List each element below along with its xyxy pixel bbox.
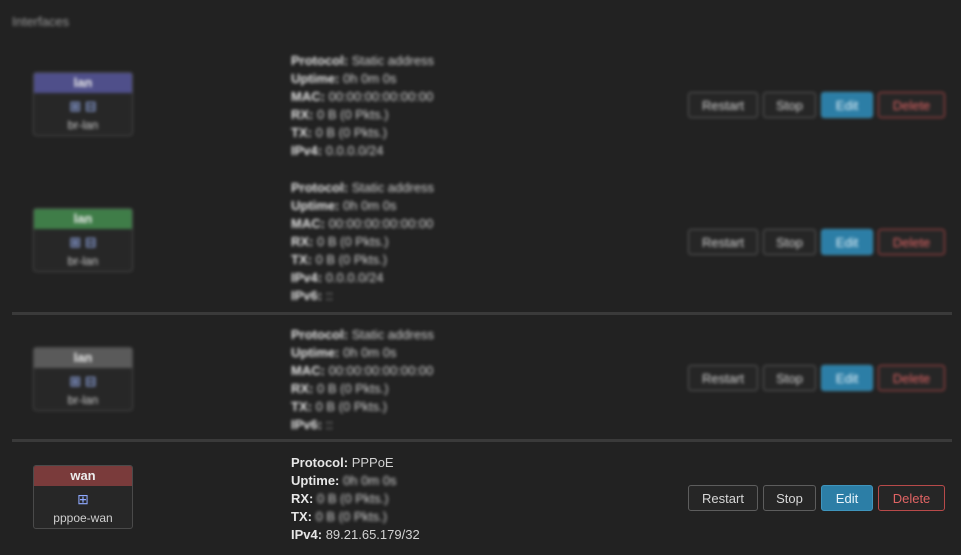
interface-actions: Restart Stop Edit Delete bbox=[688, 229, 945, 255]
network-ports-icon: ⊞ bbox=[77, 491, 89, 507]
delete-button[interactable]: Delete bbox=[878, 229, 945, 255]
interface-actions: Restart Stop Edit Delete bbox=[688, 92, 945, 118]
delete-button[interactable]: Delete bbox=[878, 485, 945, 511]
interface-name: lan bbox=[34, 209, 132, 229]
restart-button[interactable]: Restart bbox=[688, 485, 758, 511]
stop-button[interactable]: Stop bbox=[763, 485, 816, 511]
interface-badge: lan ⊞ ⊟ br-lan bbox=[33, 208, 133, 272]
interface-info: Protocol: Static address Uptime: 0h 0m 0… bbox=[291, 180, 435, 303]
network-ports-icon: ⊞ ⊟ bbox=[69, 98, 97, 114]
interface-actions: Restart Stop Edit Delete bbox=[688, 365, 945, 391]
edit-button[interactable]: Edit bbox=[821, 485, 873, 511]
restart-button[interactable]: Restart bbox=[688, 92, 758, 118]
row-divider bbox=[12, 312, 952, 315]
interface-name: wan bbox=[34, 466, 132, 486]
stop-button[interactable]: Stop bbox=[763, 365, 816, 391]
row-divider bbox=[12, 439, 952, 442]
edit-button[interactable]: Edit bbox=[821, 365, 873, 391]
interface-info: Protocol: PPPoE Uptime: 0h 0m 0s RX: 0 B… bbox=[291, 455, 420, 542]
interface-badge: wan ⊞ pppoe-wan bbox=[33, 465, 133, 529]
stop-button[interactable]: Stop bbox=[763, 229, 816, 255]
edit-button[interactable]: Edit bbox=[821, 92, 873, 118]
stop-button[interactable]: Stop bbox=[763, 92, 816, 118]
restart-button[interactable]: Restart bbox=[688, 229, 758, 255]
section-title: Interfaces bbox=[12, 14, 70, 29]
interface-device: br-lan bbox=[67, 118, 99, 132]
interface-info: Protocol: Static address Uptime: 0h 0m 0… bbox=[291, 53, 435, 158]
interface-device: pppoe-wan bbox=[53, 511, 113, 525]
interface-name: lan bbox=[34, 73, 132, 93]
edit-button[interactable]: Edit bbox=[821, 229, 873, 255]
network-ports-icon: ⊞ ⊟ bbox=[69, 234, 97, 250]
restart-button[interactable]: Restart bbox=[688, 365, 758, 391]
interface-badge: lan ⊞ ⊟ br-lan bbox=[33, 72, 133, 136]
interface-info: Protocol: Static address Uptime: 0h 0m 0… bbox=[291, 327, 435, 432]
interface-name: lan bbox=[34, 348, 132, 368]
interface-device: br-lan bbox=[67, 393, 99, 407]
interface-device: br-lan bbox=[67, 254, 99, 268]
interface-badge: lan ⊞ ⊟ br-lan bbox=[33, 347, 133, 411]
delete-button[interactable]: Delete bbox=[878, 365, 945, 391]
delete-button[interactable]: Delete bbox=[878, 92, 945, 118]
interface-actions: Restart Stop Edit Delete bbox=[688, 485, 945, 511]
network-ports-icon: ⊞ ⊟ bbox=[69, 373, 97, 389]
